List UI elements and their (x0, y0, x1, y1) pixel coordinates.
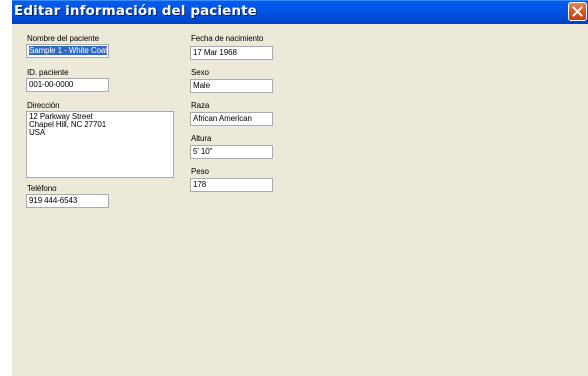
close-button[interactable] (568, 2, 587, 21)
patient-id-label: ID. paciente (27, 68, 69, 77)
address-label: Dirección (27, 101, 60, 110)
window-title: Editar información del paciente (14, 3, 257, 19)
race-label: Raza (191, 101, 210, 110)
address-field[interactable]: 12 Parkway Street Chapel Hill, NC 27701 … (26, 111, 174, 178)
phone-label: Teléfono (27, 184, 57, 193)
race-field[interactable]: African American (190, 112, 273, 126)
height-field[interactable]: 5' 10" (190, 145, 273, 159)
weight-field[interactable]: 178 (190, 178, 273, 192)
patient-name-label: Nombre del paciente (27, 34, 99, 43)
birth-date-field[interactable]: 17 Mar 1968 (190, 46, 273, 60)
title-bar[interactable]: Editar información del paciente (12, 0, 588, 24)
birth-date-label: Fecha de nacimiento (191, 34, 264, 43)
weight-label: Peso (191, 167, 209, 176)
patient-id-field[interactable]: 001-00-0000 (26, 78, 109, 92)
phone-field[interactable]: 919 444-6543 (26, 194, 109, 208)
edit-patient-window: Editar información del paciente Nombre d… (12, 0, 588, 376)
sex-field[interactable]: Male (190, 79, 273, 93)
close-icon (572, 6, 583, 17)
sex-label: Sexo (191, 68, 209, 77)
patient-name-value: Sample 1 - White Coat (29, 46, 108, 55)
patient-name-field[interactable]: Sample 1 - White Coat (26, 44, 109, 58)
height-label: Altura (191, 134, 212, 143)
